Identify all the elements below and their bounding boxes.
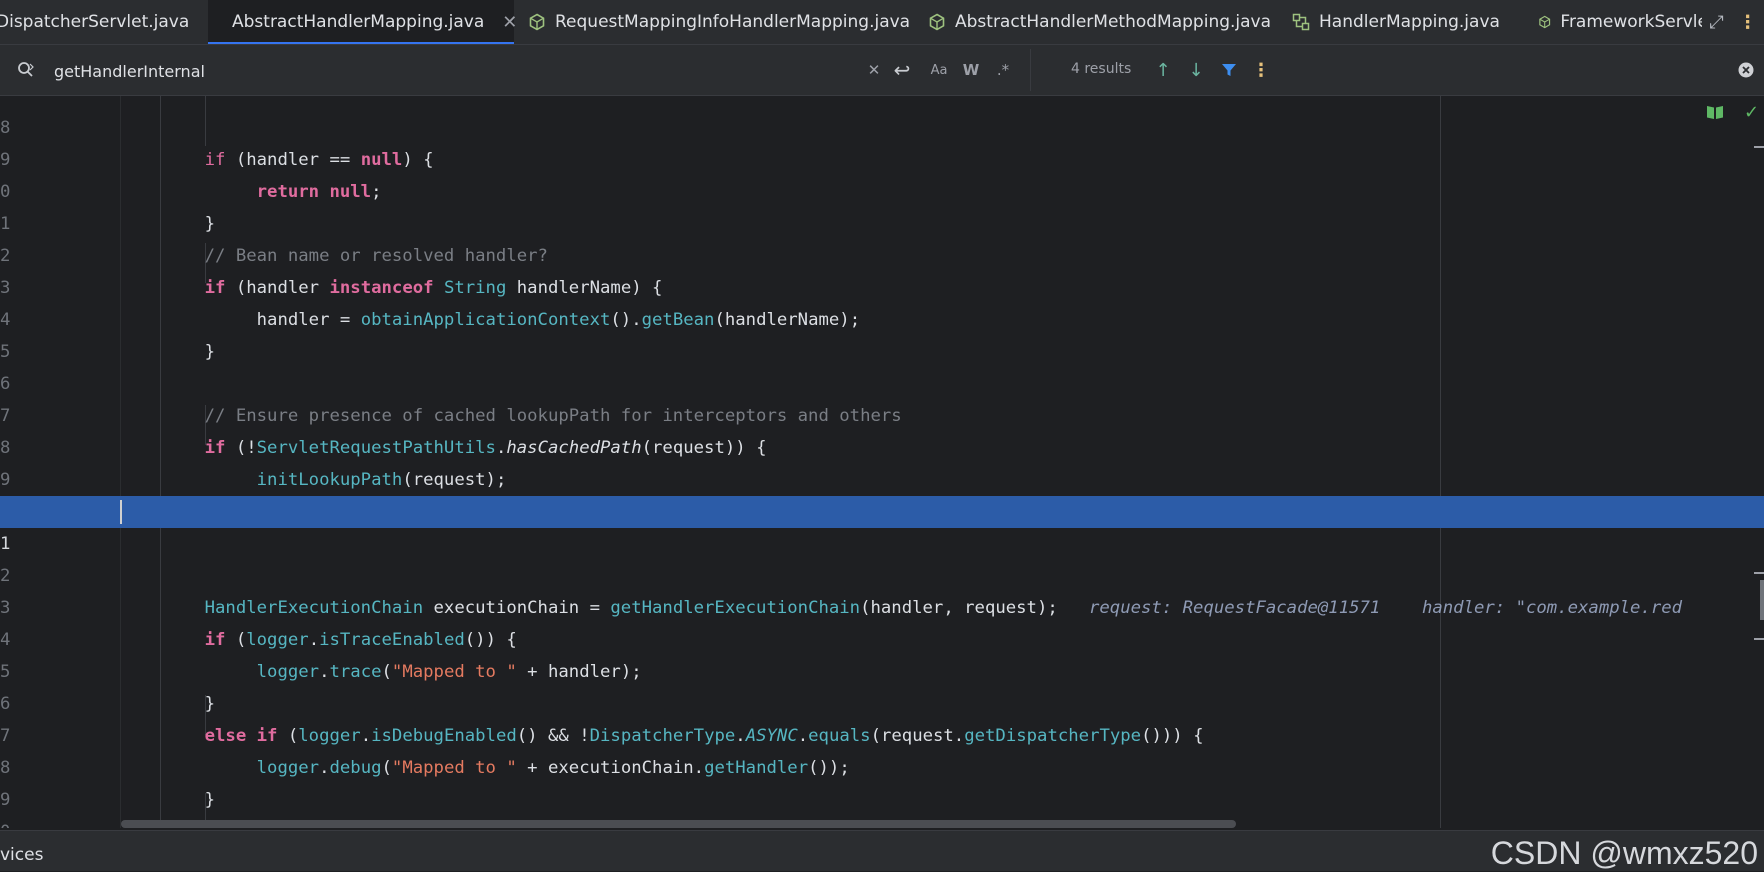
code-line: 4 logger.trace("Mapped to " + handler); bbox=[0, 592, 1764, 682]
tab-dispatcher-servlet[interactable]: DispatcherServlet.java ✕ bbox=[0, 0, 222, 44]
tab-label: DispatcherServlet.java bbox=[0, 12, 190, 32]
code-line: 8 initLookupPath(request); bbox=[0, 400, 1764, 490]
reader-mode-icon[interactable] bbox=[1706, 104, 1724, 124]
java-class-icon bbox=[529, 13, 545, 31]
watermark: CSDN @wmxz520 bbox=[1490, 835, 1758, 871]
interface-icon bbox=[1292, 13, 1310, 31]
search-input[interactable] bbox=[52, 56, 856, 86]
code-line: 0 } bbox=[0, 144, 1764, 234]
divider bbox=[1030, 49, 1031, 91]
tab-label: FrameworkServle bbox=[1560, 12, 1708, 32]
java-class-icon bbox=[1539, 15, 1551, 29]
tab-handler-mapping[interactable]: HandlerMapping.java bbox=[1292, 0, 1500, 44]
code-line: 3 handler = obtainApplicationContext().g… bbox=[0, 240, 1764, 330]
services-tool-window-tab[interactable]: vices bbox=[0, 845, 43, 865]
tab-actions: ⤢ ⋮ bbox=[1702, 0, 1764, 44]
tab-abstract-handler-method-mapping[interactable]: AbstractHandlerMethodMapping.java bbox=[928, 0, 1271, 44]
search-icon[interactable] bbox=[16, 60, 36, 80]
code-line: 9 } bbox=[0, 432, 1764, 522]
code-line: 6 // Ensure presence of cached lookupPat… bbox=[0, 336, 1764, 426]
tab-label: RequestMappingInfoHandlerMapping.java bbox=[555, 12, 911, 32]
error-stripe-mark bbox=[1754, 146, 1764, 148]
code-line: 8 } bbox=[0, 720, 1764, 810]
close-find-icon[interactable] bbox=[1734, 58, 1758, 82]
tab-request-mapping-info-handler-mapping[interactable]: RequestMappingInfoHandlerMapping.java bbox=[528, 0, 910, 44]
tab-label: HandlerMapping.java bbox=[1319, 12, 1500, 32]
check-icon: ✓ bbox=[1744, 102, 1760, 123]
match-case-button[interactable]: Aa bbox=[926, 57, 952, 83]
code-line: 2 if (handler instanceof String handlerN… bbox=[0, 208, 1764, 298]
current-execution-line[interactable]: 1 HandlerExecutionChain executionChain =… bbox=[0, 496, 1764, 618]
whole-words-button[interactable]: W bbox=[958, 57, 984, 83]
tab-abstract-handler-mapping[interactable]: AbstractHandlerMapping.java ✕ bbox=[208, 0, 517, 44]
code-line: 1 // Bean name or resolved handler? bbox=[0, 176, 1764, 266]
text-caret bbox=[120, 500, 122, 524]
code-line: 8 if (handler == null) { bbox=[0, 96, 1764, 170]
code-line: 5 bbox=[0, 304, 1764, 362]
results-count: 4 results bbox=[1071, 61, 1132, 77]
editor-tab-bar: DispatcherServlet.java ✕ AbstractHandler… bbox=[0, 0, 1764, 45]
code-line: 9 return null; bbox=[0, 112, 1764, 202]
tab-framework-servlet[interactable]: FrameworkServle bbox=[1538, 0, 1708, 44]
line-number: 0 bbox=[0, 816, 10, 828]
regex-button[interactable]: .* bbox=[990, 57, 1016, 83]
previous-occurrence-icon[interactable]: ↑ bbox=[1151, 58, 1175, 82]
code-line: 2 bbox=[0, 528, 1764, 586]
tab-label: AbstractHandlerMapping.java bbox=[232, 12, 485, 32]
code-line: 6 else if (logger.isDebugEnabled() && !D… bbox=[0, 656, 1764, 746]
code-editor[interactable]: 8 if (handler == null) { 9 return null; … bbox=[0, 96, 1764, 828]
new-line-icon[interactable]: ↩ bbox=[890, 57, 914, 83]
error-stripe-mark bbox=[1754, 638, 1764, 640]
maximize-icon[interactable]: ⤢ bbox=[1709, 12, 1723, 33]
code-line: 4 } bbox=[0, 272, 1764, 362]
code-line: 7 logger.debug("Mapped to " + executionC… bbox=[0, 688, 1764, 778]
horizontal-scrollbar-thumb[interactable] bbox=[121, 820, 1236, 828]
more-icon[interactable]: ⋮ bbox=[1739, 12, 1757, 33]
code-line: 3 if (logger.isTraceEnabled()) { bbox=[0, 560, 1764, 650]
bottom-tool-bar: vices CSDN @wmxz520 bbox=[0, 830, 1764, 871]
vertical-scrollbar-thumb[interactable] bbox=[1760, 580, 1764, 620]
find-bar: ✕ ↩ Aa W .* 4 results ↑ ↓ ⋮ bbox=[0, 45, 1764, 96]
code-line: 5 } bbox=[0, 624, 1764, 714]
code-line: 0 bbox=[0, 464, 1764, 522]
next-occurrence-icon[interactable]: ↓ bbox=[1184, 58, 1208, 82]
tab-label: AbstractHandlerMethodMapping.java bbox=[955, 12, 1272, 32]
error-stripe-mark bbox=[1754, 572, 1764, 574]
code-line: 9 bbox=[0, 752, 1764, 810]
filter-icon[interactable] bbox=[1217, 58, 1241, 82]
clear-search-icon[interactable]: ✕ bbox=[864, 57, 884, 83]
code-line: 0 if (hasCorsConfigurationSource(handler… bbox=[0, 784, 1764, 828]
java-class-icon bbox=[929, 13, 945, 31]
close-icon[interactable]: ✕ bbox=[502, 12, 517, 33]
more-options-icon[interactable]: ⋮ bbox=[1249, 58, 1273, 82]
code-line: 7 if (!ServletRequestPathUtils.hasCached… bbox=[0, 368, 1764, 458]
